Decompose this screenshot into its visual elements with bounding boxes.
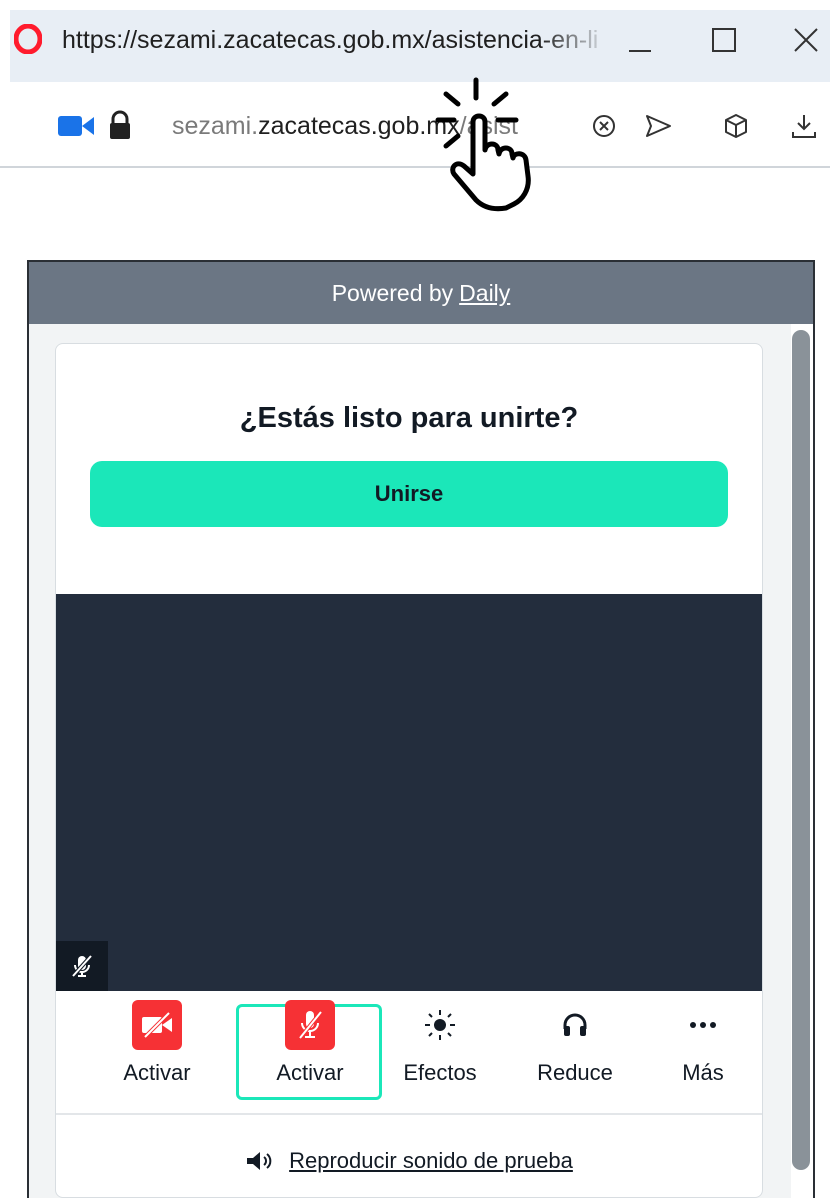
download-icon[interactable] [788,110,820,142]
powered-by-bar: Powered by Daily [29,262,813,324]
effects-label: Efectos [403,1060,477,1085]
daily-link[interactable]: Daily [459,280,510,307]
camera-toggle-button[interactable]: Activar [98,1000,216,1086]
headphones-icon [550,1000,600,1050]
maximize-icon[interactable] [706,22,742,58]
camera-icon[interactable] [58,114,94,138]
camera-toggle-label: Activar [123,1060,191,1085]
video-preview [56,594,762,991]
mic-toggle-label: Activar [276,1060,344,1085]
mic-toggle-button[interactable]: Activar [251,1000,369,1086]
more-button[interactable]: Más [652,1000,754,1086]
effects-button[interactable]: Efectos [382,1000,498,1086]
lock-icon[interactable] [108,110,132,140]
hand-cursor-icon [435,77,531,212]
mic-off-icon [285,1000,335,1050]
more-label: Más [682,1060,724,1085]
close-circle-icon[interactable] [588,110,620,142]
url-fade [540,14,610,74]
divider [56,1113,762,1115]
camera-off-icon [132,1000,182,1050]
cube-icon[interactable] [720,110,752,142]
powered-by-text: Powered by [331,279,454,306]
send-icon[interactable] [642,110,674,142]
video-mic-muted-badge [56,941,108,991]
test-sound-row: Reproducir sonido de prueba [56,1148,762,1174]
close-icon[interactable] [788,22,824,58]
speaker-icon [247,1152,272,1170]
address-subdomain: sezami. [172,112,259,140]
mic-off-icon [71,954,93,978]
more-icon [678,1000,728,1050]
noise-reduce-button[interactable]: Reduce [516,1000,634,1086]
test-sound-link[interactable]: Reproducir sonido de prueba [289,1148,573,1174]
prejoin-heading: ¿Estás listo para unirte? [239,402,579,434]
scrollbar-thumb[interactable] [792,330,810,1170]
join-button[interactable]: Unirse [90,461,728,527]
noise-reduce-label: Reduce [537,1060,613,1085]
opera-logo-icon[interactable] [14,24,42,54]
minimize-icon[interactable] [622,22,658,58]
sun-icon [415,1000,465,1050]
window-url-title: https://sezami.zacatecas.gob.mx/asistenc… [62,26,599,54]
